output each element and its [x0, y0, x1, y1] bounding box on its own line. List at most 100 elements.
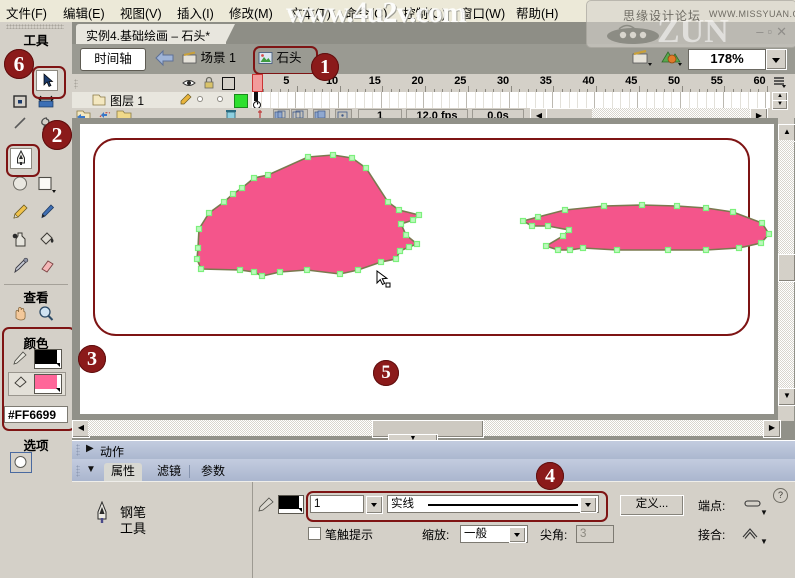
- custom-stroke-button[interactable]: 定义...: [620, 495, 684, 516]
- anchor-point[interactable]: [638, 201, 646, 209]
- tool-oval[interactable]: [10, 174, 32, 195]
- frame-cell[interactable]: [380, 92, 382, 108]
- tool-pencil[interactable]: [10, 202, 32, 223]
- tool-hand[interactable]: [10, 304, 32, 325]
- tool-paint-bucket[interactable]: [36, 230, 58, 251]
- anchor-point[interactable]: [303, 266, 311, 274]
- stroke-color-swatch-prop[interactable]: [278, 495, 304, 514]
- frame-cell[interactable]: [568, 92, 570, 108]
- tool-selection[interactable]: [36, 70, 58, 91]
- menu-item-0[interactable]: 文件(F): [6, 3, 47, 22]
- tab-filters[interactable]: 滤镜: [150, 463, 188, 481]
- anchor-point[interactable]: [409, 216, 417, 224]
- lock-icon[interactable]: [203, 76, 215, 89]
- anchor-point[interactable]: [396, 247, 404, 255]
- stroke-width-field[interactable]: 1: [310, 495, 364, 513]
- frame-cell[interactable]: [432, 92, 433, 108]
- frame-cell[interactable]: [389, 92, 391, 108]
- anchor-point[interactable]: [220, 198, 228, 206]
- layer-lock-dot[interactable]: [218, 97, 222, 101]
- timeline-layer-scroll-down[interactable]: ▼: [772, 100, 788, 110]
- anchor-point[interactable]: [702, 246, 710, 254]
- frame-cell[interactable]: [594, 92, 596, 108]
- stage-vertical-scrollbar[interactable]: ▲ ▼: [778, 118, 795, 421]
- anchor-point[interactable]: [229, 190, 237, 198]
- menu-item-6[interactable]: 命令(C): [345, 3, 387, 22]
- frame-cell[interactable]: [739, 92, 741, 108]
- stroke-style-combo[interactable]: 实线: [387, 495, 599, 513]
- anchor-point[interactable]: [542, 242, 550, 250]
- anchor-point[interactable]: [561, 206, 569, 214]
- frame-cell[interactable]: [662, 92, 664, 108]
- anchor-point[interactable]: [534, 213, 542, 221]
- frame-cell[interactable]: [483, 92, 485, 108]
- properties-grip[interactable]: [76, 465, 80, 477]
- anchor-point[interactable]: [528, 222, 536, 230]
- join-icon[interactable]: [742, 526, 760, 540]
- anchor-point[interactable]: [554, 246, 562, 254]
- tool-line[interactable]: [10, 114, 32, 135]
- frame-cell[interactable]: [731, 92, 733, 108]
- frame-cell[interactable]: [534, 92, 536, 108]
- menu-item-7[interactable]: 控制(O): [403, 3, 446, 22]
- stage-vscroll-thumb[interactable]: [778, 254, 795, 282]
- anchor-point[interactable]: [329, 151, 337, 159]
- anchor-point[interactable]: [250, 268, 258, 276]
- frame-cell[interactable]: [457, 92, 459, 108]
- frame-cell[interactable]: [748, 92, 750, 108]
- timeline-grip[interactable]: [74, 79, 78, 89]
- frame-cell[interactable]: [603, 92, 604, 108]
- frame-cell[interactable]: [671, 92, 673, 108]
- anchor-point[interactable]: [735, 244, 743, 252]
- frame-cell[interactable]: [372, 92, 374, 108]
- frame-cell[interactable]: [722, 92, 724, 108]
- stage-scroll-down[interactable]: ▼: [778, 388, 795, 406]
- breadcrumb-symbol[interactable]: 石头: [258, 49, 302, 68]
- anchor-point[interactable]: [613, 246, 621, 254]
- anchor-point[interactable]: [362, 164, 370, 172]
- frame-cell[interactable]: [286, 92, 288, 108]
- menu-item-3[interactable]: 插入(I): [177, 3, 214, 22]
- stroke-style-dropdown[interactable]: [580, 497, 597, 513]
- anchor-point[interactable]: [236, 266, 244, 274]
- frame-cell[interactable]: [295, 92, 297, 108]
- frame-cell[interactable]: [406, 92, 408, 108]
- frame-cell[interactable]: [312, 92, 314, 108]
- frame-cell[interactable]: [551, 92, 553, 108]
- anchor-point[interactable]: [304, 153, 312, 161]
- anchor-point[interactable]: [392, 255, 400, 263]
- frame-cell[interactable]: [449, 92, 451, 108]
- eye-icon[interactable]: [182, 76, 196, 89]
- frame-cell[interactable]: [756, 92, 758, 108]
- anchor-point[interactable]: [579, 244, 587, 252]
- anchor-point[interactable]: [258, 272, 266, 280]
- layer-outline-color[interactable]: [234, 94, 248, 108]
- anchor-point[interactable]: [405, 243, 413, 251]
- frame-cell[interactable]: [346, 92, 348, 108]
- frame-cell[interactable]: [543, 92, 545, 108]
- frame-cell[interactable]: [705, 92, 707, 108]
- anchor-point[interactable]: [377, 258, 385, 266]
- frame-cell[interactable]: [508, 92, 510, 108]
- menu-item-9[interactable]: 帮助(H): [516, 3, 558, 22]
- stage-canvas[interactable]: [80, 124, 774, 414]
- anchor-point[interactable]: [348, 154, 356, 162]
- help-icon[interactable]: ?: [773, 488, 788, 503]
- layer-visible-dot[interactable]: [198, 97, 202, 101]
- cap-dropdown-arrow-icon[interactable]: ▼: [760, 508, 768, 517]
- tool-pen[interactable]: [10, 148, 32, 169]
- frame-cell[interactable]: [491, 92, 493, 108]
- anchor-point[interactable]: [519, 217, 527, 225]
- miter-field[interactable]: 3: [576, 525, 614, 543]
- timeline-toggle-button[interactable]: 时间轴: [80, 48, 146, 71]
- stage-scroll-right[interactable]: ▶: [763, 420, 781, 438]
- anchor-point[interactable]: [559, 232, 567, 240]
- frame-cell[interactable]: [269, 92, 271, 108]
- frame-cell[interactable]: [714, 92, 716, 108]
- frame-cell[interactable]: [585, 92, 587, 108]
- menu-item-2[interactable]: 视图(V): [120, 3, 162, 22]
- anchor-point[interactable]: [566, 246, 574, 254]
- tab-properties[interactable]: 属性: [104, 463, 143, 481]
- fill-color-swatch[interactable]: [34, 374, 62, 394]
- stroke-hinting-checkbox[interactable]: [308, 527, 321, 540]
